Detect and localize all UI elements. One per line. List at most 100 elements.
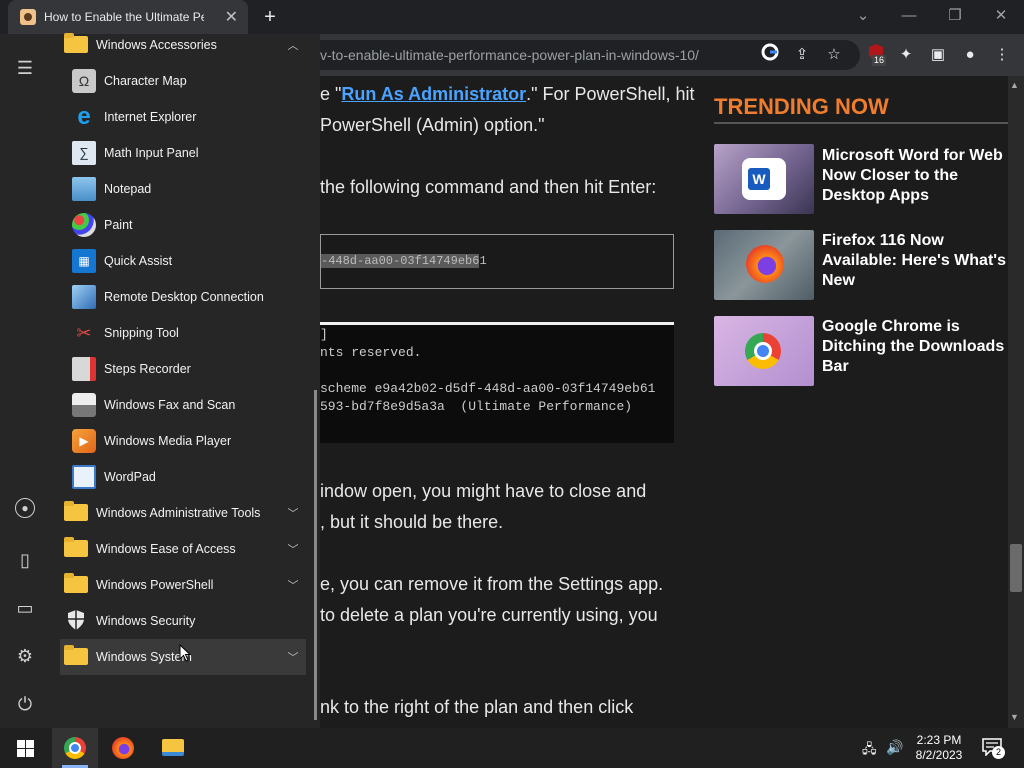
taskbar-chrome[interactable]	[52, 728, 98, 768]
close-window-button[interactable]: ✕	[986, 4, 1016, 28]
profile-icon[interactable]: ●	[958, 43, 982, 67]
start-item-label: Remote Desktop Connection	[104, 290, 264, 304]
start-item-notepad[interactable]: Notepad	[60, 171, 306, 207]
settings-gear-icon[interactable]: ⚙	[12, 643, 38, 669]
folder-icon	[64, 501, 88, 521]
article-text: ." For PowerShell, hit	[526, 84, 695, 104]
minimize-button[interactable]: —	[894, 4, 924, 28]
page-scrollbar[interactable]	[1008, 76, 1024, 728]
chrome-thumbnail[interactable]	[714, 316, 814, 386]
start-item-label: Internet Explorer	[104, 110, 197, 124]
documents-icon[interactable]: ▯	[12, 547, 38, 573]
paint-icon	[72, 213, 96, 237]
start-item-remote-desktop-connection[interactable]: Remote Desktop Connection	[60, 279, 306, 315]
tab-search-icon[interactable]: ⌄	[848, 4, 878, 28]
terminal-line: 593-bd7f8e9d5a3a (Ultimate Performance)	[320, 399, 633, 414]
scroll-down-icon[interactable]: ▼	[1010, 712, 1019, 722]
start-item-windows-ease-of-access[interactable]: Windows Ease of Access ﹀	[60, 531, 306, 567]
extensions-puzzle-icon[interactable]: ✦	[894, 43, 918, 67]
taskbar-firefox[interactable]	[100, 728, 146, 768]
start-item-internet-explorer[interactable]: e Internet Explorer	[60, 99, 306, 135]
chevron-down-icon: ﹀	[287, 508, 299, 520]
ublock-extension-icon[interactable]: 16	[864, 43, 888, 67]
start-item-windows-powershell[interactable]: Windows PowerShell ﹀	[60, 567, 306, 603]
tab-title: How to Enable the Ultimate Performance	[44, 10, 204, 24]
start-item-windows-security[interactable]: Windows Security	[60, 603, 306, 639]
start-item-snipping-tool[interactable]: ✂ Snipping Tool	[60, 315, 306, 351]
start-item-wordpad[interactable]: WordPad	[60, 459, 306, 495]
folder-icon	[64, 573, 88, 593]
share-icon[interactable]: ⇪	[790, 43, 814, 67]
trending-title[interactable]: Firefox 116 Now Available: Here's What's…	[822, 231, 1008, 291]
start-item-windows-media-player[interactable]: ▶ Windows Media Player	[60, 423, 306, 459]
article-text: nk to the right of the plan and then cli…	[320, 697, 634, 717]
side-panel-icon[interactable]: ▣	[926, 43, 950, 67]
close-tab-icon[interactable]: ✕	[225, 7, 238, 27]
article-text: the following command and then hit Enter…	[320, 177, 657, 197]
code-selection[interactable]: -448d-aa00-03f14749eb6	[321, 254, 480, 268]
user-account-icon[interactable]: ●	[15, 498, 35, 518]
terminal-line: scheme e9a42b02-d5df-448d-aa00-03f14749e…	[320, 381, 656, 396]
start-item-label: Windows PowerShell	[96, 578, 214, 592]
wordpad-icon	[72, 465, 96, 489]
start-item-windows-accessories[interactable]: Windows Accessories ︿	[60, 27, 306, 63]
terminal-screenshot: ] nts reserved. scheme e9a42b02-d5df-448…	[320, 322, 674, 443]
start-item-label: Quick Assist	[104, 254, 173, 268]
code-tail: 1	[479, 254, 487, 268]
remote-desktop-icon	[72, 285, 96, 309]
restore-button[interactable]: ❐	[940, 4, 970, 28]
chrome-icon	[64, 737, 86, 759]
start-item-paint[interactable]: Paint	[60, 207, 306, 243]
taskbar-file-explorer[interactable]	[150, 728, 196, 768]
folder-icon	[64, 645, 88, 665]
folder-icon	[64, 33, 88, 53]
start-button[interactable]	[2, 728, 48, 768]
page-scrollbar-thumb[interactable]	[1010, 544, 1022, 592]
start-menu-rail	[0, 34, 50, 728]
start-item-windows-fax-and-scan[interactable]: Windows Fax and Scan	[60, 387, 306, 423]
internet-explorer-icon: e	[77, 103, 91, 130]
start-item-steps-recorder[interactable]: Steps Recorder	[60, 351, 306, 387]
start-item-windows-administrative-tools[interactable]: Windows Administrative Tools ﹀	[60, 495, 306, 531]
run-as-admin-link[interactable]: Run As Administrator	[341, 84, 526, 104]
chevron-down-icon: ﹀	[287, 652, 299, 664]
firefox-logo-icon	[746, 245, 784, 283]
extension-badge: 16	[872, 55, 887, 66]
start-item-quick-assist[interactable]: ▦ Quick Assist	[60, 243, 306, 279]
bookmark-star-icon[interactable]: ☆	[822, 43, 846, 67]
trending-title[interactable]: Google Chrome is Ditching the Downloads …	[822, 317, 1008, 377]
start-item-label: Windows Accessories	[96, 38, 217, 52]
article-paragraph-1: e "Run As Administrator." For PowerShell…	[320, 84, 695, 105]
math-input-icon: ∑	[72, 141, 96, 165]
start-item-math-input-panel[interactable]: ∑ Math Input Panel	[60, 135, 306, 171]
volume-icon[interactable]: 🔊	[886, 739, 903, 756]
file-explorer-icon	[162, 739, 184, 756]
start-item-label: Windows Administrative Tools	[96, 506, 261, 520]
word-thumbnail[interactable]: W	[714, 144, 814, 214]
article-text: indow open, you might have to close and	[320, 481, 647, 501]
trending-heading: TRENDING NOW	[714, 94, 889, 119]
pictures-icon[interactable]: ▭	[12, 595, 38, 621]
start-item-label: Notepad	[104, 182, 152, 196]
url-text[interactable]: v-to-enable-ultimate-performance-power-p…	[320, 47, 699, 63]
snipping-tool-icon: ✂	[76, 323, 92, 343]
folder-icon	[64, 537, 88, 557]
google-icon[interactable]	[758, 43, 782, 67]
clock-date: 8/2/2023	[915, 748, 963, 762]
system-clock[interactable]: 2:23 PM 8/2/2023	[904, 733, 974, 763]
start-item-label: Snipping Tool	[104, 326, 179, 340]
start-item-character-map[interactable]: Ω Character Map	[60, 63, 306, 99]
menu-kebab-icon[interactable]: ⋮	[990, 43, 1014, 67]
scroll-up-icon[interactable]: ▲	[1010, 80, 1019, 90]
network-icon[interactable]: 🖧	[862, 740, 877, 762]
power-icon[interactable]: ⏻	[12, 691, 38, 717]
article-text: to delete a plan you're currently using,…	[320, 605, 658, 625]
start-item-label: Character Map	[104, 74, 187, 88]
trending-title[interactable]: Microsoft Word for Web Is Now Closer to …	[822, 146, 1008, 206]
hamburger-menu-icon[interactable]: ☰	[12, 55, 38, 81]
start-menu-scrollbar[interactable]	[314, 390, 317, 720]
notification-center-icon[interactable]: 2	[982, 738, 1006, 760]
word-logo-icon: W	[742, 158, 786, 200]
clock-time: 2:23 PM	[916, 733, 962, 747]
firefox-thumbnail[interactable]	[714, 230, 814, 300]
